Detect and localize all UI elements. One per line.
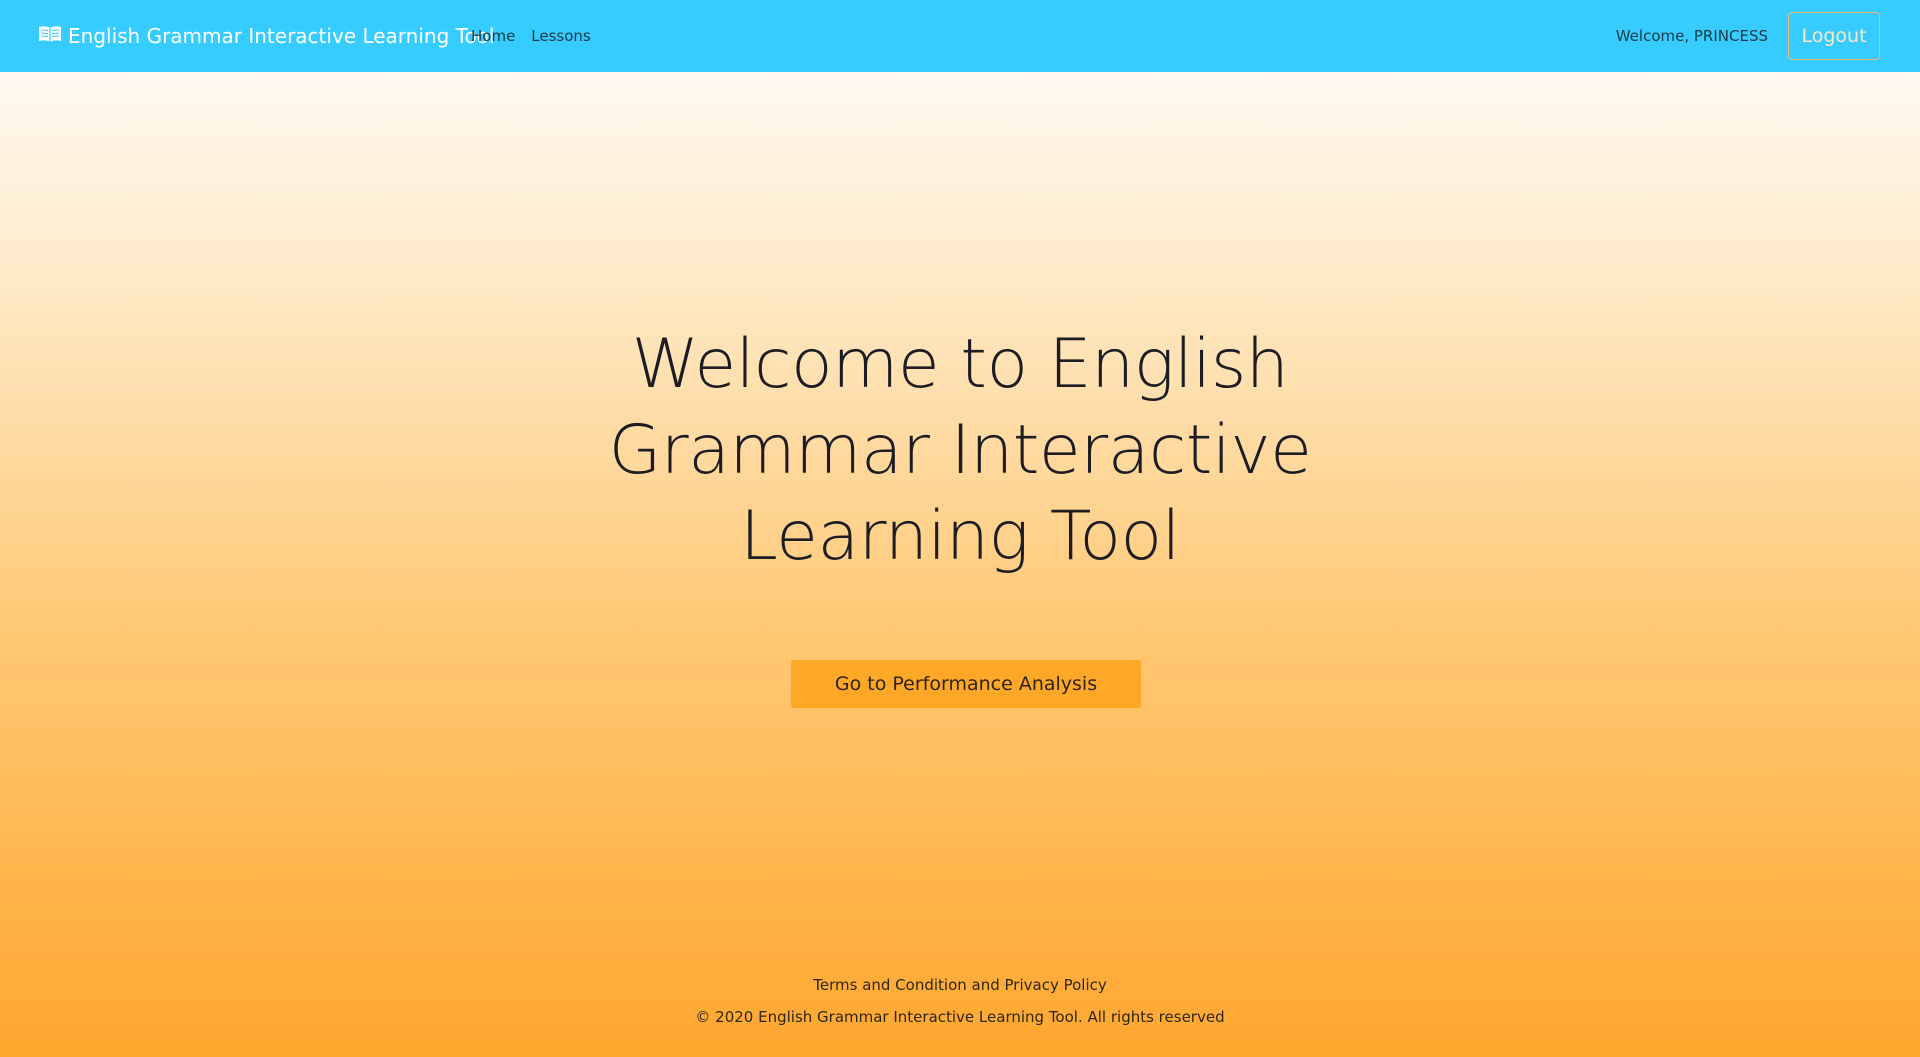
terms-privacy-link[interactable]: Terms and Condition and Privacy Policy xyxy=(813,976,1107,994)
open-book-icon xyxy=(38,24,68,48)
footer: Terms and Condition and Privacy Policy ©… xyxy=(0,976,1920,1026)
hero-title: Welcome to English Grammar Interactive L… xyxy=(608,325,1312,576)
logout-button[interactable]: Logout xyxy=(1788,12,1880,60)
welcome-user-text: Welcome, PRINCESS xyxy=(1615,27,1768,45)
brand-title: English Grammar Interactive Learning Too… xyxy=(68,24,495,48)
copyright-text: © 2020 English Grammar Interactive Learn… xyxy=(695,1008,1225,1026)
nav-links: Home Lessons xyxy=(471,0,607,72)
nav-link-lessons[interactable]: Lessons xyxy=(531,27,590,45)
nav-link-home[interactable]: Home xyxy=(471,27,515,45)
brand-link[interactable]: English Grammar Interactive Learning Too… xyxy=(38,0,494,72)
performance-analysis-button[interactable]: Go to Performance Analysis xyxy=(791,660,1141,708)
top-navbar: English Grammar Interactive Learning Too… xyxy=(0,0,1920,72)
